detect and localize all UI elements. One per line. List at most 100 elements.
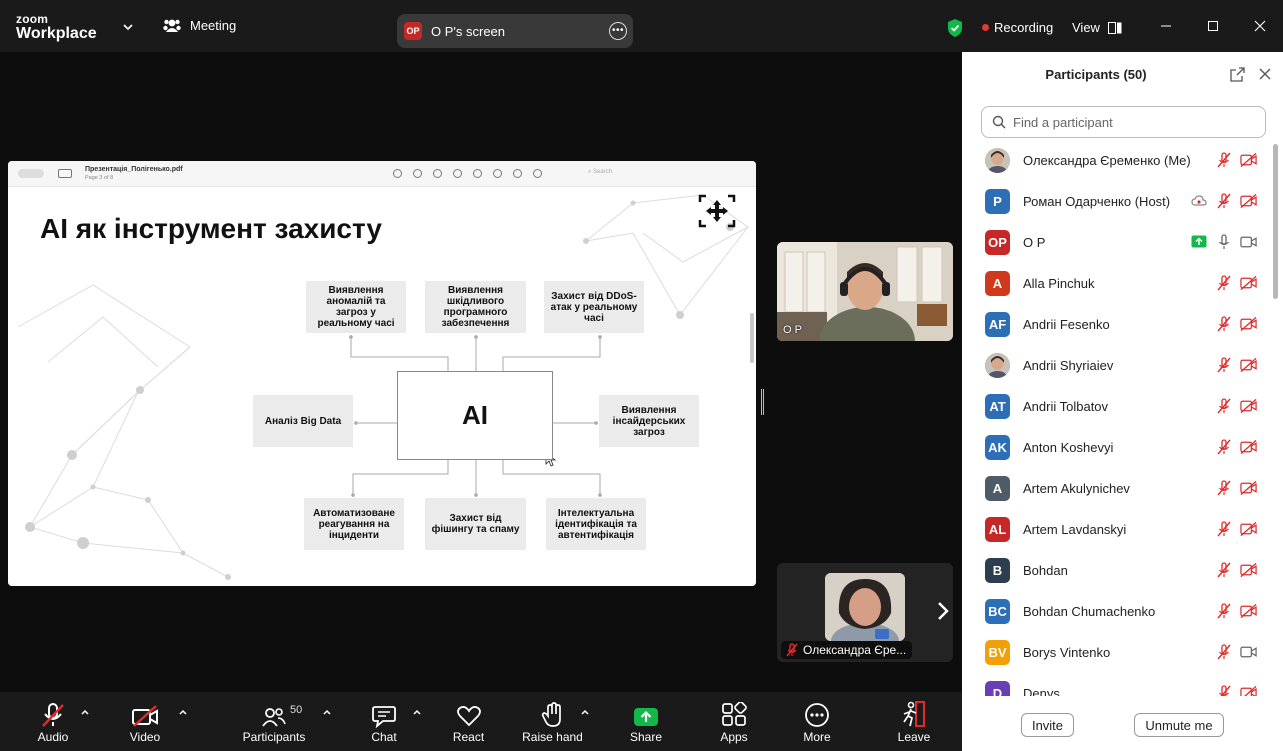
participants-count: 50	[290, 704, 303, 716]
participant-name: O P	[1023, 235, 1046, 250]
fullscreen-move-icon	[698, 194, 736, 228]
mic-muted-icon[interactable]	[1215, 438, 1232, 455]
mic-muted-icon[interactable]	[1215, 315, 1232, 332]
participant-avatar: AK	[985, 435, 1010, 460]
icon-spacer	[1190, 479, 1207, 496]
more-button[interactable]: More	[797, 692, 837, 751]
close-panel-icon[interactable]	[1258, 67, 1272, 81]
video-on-icon[interactable]	[1240, 643, 1257, 660]
icon-spacer	[1190, 602, 1207, 619]
video-off-icon[interactable]	[1240, 479, 1257, 496]
participant-row[interactable]: AL Artem Lavdanskyi	[962, 509, 1272, 550]
participants-options-caret-icon[interactable]	[322, 707, 332, 717]
mic-muted-icon[interactable]	[1215, 356, 1232, 373]
raise-hand-options-caret-icon[interactable]	[580, 707, 590, 717]
box-ddos: Захист від DDoS-атак у реальному часі	[544, 281, 644, 333]
icon-spacer	[1190, 438, 1207, 455]
mic-muted-icon[interactable]	[1215, 684, 1232, 696]
video-off-icon[interactable]	[1240, 315, 1257, 332]
audio-button[interactable]: Audio	[33, 692, 73, 751]
participant-row[interactable]: Andrii Shyriaiev	[962, 345, 1272, 386]
participant-search-input[interactable]	[1013, 114, 1253, 130]
video-options-caret-icon[interactable]	[178, 707, 188, 717]
participant-row[interactable]: P Роман Одарченко (Host)	[962, 181, 1272, 222]
security-shield-icon[interactable]	[946, 18, 964, 38]
chat-icon	[372, 706, 396, 728]
recording-indicator[interactable]: Recording	[982, 20, 1053, 35]
participant-row[interactable]: AT Andrii Tolbatov	[962, 386, 1272, 427]
shared-screen: Презентація_Полігенько.pdf Page 3 of 8 ⌕…	[8, 161, 756, 586]
video-on-icon[interactable]	[1240, 233, 1257, 250]
video-off-icon[interactable]	[1240, 602, 1257, 619]
raise-hand-button[interactable]: Raise hand	[520, 692, 585, 751]
unmute-me-button[interactable]: Unmute me	[1134, 713, 1224, 737]
more-options-icon[interactable]: •••	[609, 22, 627, 40]
view-layout-icon	[1107, 21, 1122, 34]
screen-share-pill[interactable]: OP O P's screen •••	[397, 14, 633, 48]
split-resize-handle[interactable]	[761, 389, 764, 415]
participant-search[interactable]	[981, 106, 1266, 138]
participant-list-scrollbar[interactable]	[1273, 144, 1278, 299]
pdf-tools	[393, 169, 542, 178]
participant-name: Borys Vintenko	[1023, 645, 1111, 660]
chat-options-caret-icon[interactable]	[412, 707, 422, 717]
mic-muted-icon[interactable]	[1215, 397, 1232, 414]
share-button[interactable]: Share	[626, 692, 666, 751]
mic-muted-icon[interactable]	[1215, 643, 1232, 660]
close-window-button[interactable]	[1236, 0, 1283, 52]
audio-options-caret-icon[interactable]	[80, 707, 90, 717]
slide-scrollbar[interactable]	[750, 313, 754, 363]
mic-muted-icon[interactable]	[1215, 479, 1232, 496]
participants-title: Participants (50)	[1045, 67, 1147, 82]
pop-out-icon[interactable]	[1230, 67, 1245, 82]
video-button[interactable]: Video	[125, 692, 165, 751]
participant-row[interactable]: AF Andrii Fesenko	[962, 304, 1272, 345]
video-off-icon[interactable]	[1240, 397, 1257, 414]
video-off-icon[interactable]	[1240, 438, 1257, 455]
participant-row[interactable]: B Bohdan	[962, 550, 1272, 591]
react-button[interactable]: React	[446, 692, 491, 751]
chat-button[interactable]: Chat	[364, 692, 404, 751]
minimize-button[interactable]	[1142, 0, 1189, 52]
participants-button[interactable]: Participants	[239, 692, 309, 751]
meeting-info-button[interactable]: Meeting	[163, 17, 236, 33]
participant-row[interactable]: OP O P	[962, 222, 1272, 263]
mic-muted-icon[interactable]	[1215, 274, 1232, 291]
box-phishing: Захист від фішингу та спаму	[425, 498, 526, 550]
chevron-down-icon[interactable]	[121, 20, 135, 34]
participant-row[interactable]: BV Borys Vintenko	[962, 632, 1272, 673]
video-off-icon[interactable]	[1240, 684, 1257, 696]
next-page-arrow-icon[interactable]	[936, 600, 950, 622]
mic-muted-icon[interactable]	[1215, 151, 1232, 168]
speaker-video-tile[interactable]: O P	[777, 242, 953, 341]
apps-button[interactable]: Apps	[714, 692, 754, 751]
participant-row[interactable]: A Alla Pinchuk	[962, 263, 1272, 304]
participant-row[interactable]: A Artem Akulynichev	[962, 468, 1272, 509]
leave-button[interactable]: Leave	[894, 692, 934, 751]
participant-row[interactable]: AK Anton Koshevyi	[962, 427, 1272, 468]
video-off-icon[interactable]	[1240, 520, 1257, 537]
mic-muted-icon[interactable]	[1215, 192, 1232, 209]
mic-muted-icon[interactable]	[1215, 561, 1232, 578]
video-off-icon[interactable]	[1240, 274, 1257, 291]
search-icon	[992, 115, 1006, 129]
video-off-icon[interactable]	[1240, 151, 1257, 168]
maximize-button[interactable]	[1189, 0, 1236, 52]
invite-button[interactable]: Invite	[1021, 713, 1074, 737]
participant-row[interactable]: D Denys	[962, 673, 1272, 696]
participant-row[interactable]: BC Bohdan Chumachenko	[962, 591, 1272, 632]
mic-muted-icon[interactable]	[1215, 602, 1232, 619]
pdf-search-placeholder: Search	[593, 169, 613, 175]
icon-spacer	[1190, 151, 1207, 168]
participant-row[interactable]: Олександра Єременко (Me)	[962, 140, 1272, 181]
view-button[interactable]: View	[1072, 20, 1122, 35]
video-off-icon[interactable]	[1240, 192, 1257, 209]
self-video-strip[interactable]: Олександра Єре...	[777, 563, 953, 662]
participants-footer: Invite Unmute me	[962, 696, 1283, 751]
self-video-tile[interactable]	[825, 573, 905, 641]
mic-icon[interactable]	[1215, 233, 1232, 250]
zoom-logo[interactable]: zoom Workplace	[16, 13, 97, 42]
video-off-icon[interactable]	[1240, 356, 1257, 373]
mic-muted-icon[interactable]	[1215, 520, 1232, 537]
video-off-icon[interactable]	[1240, 561, 1257, 578]
